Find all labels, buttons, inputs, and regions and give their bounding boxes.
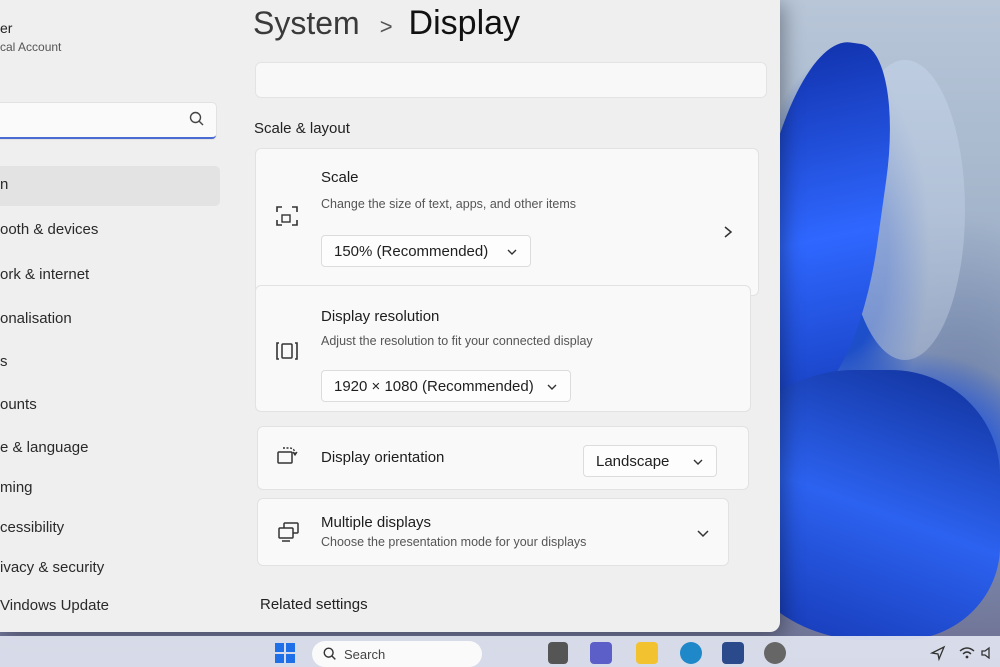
scale-icon	[276, 206, 298, 226]
display-resolution-dropdown[interactable]: 1920 × 1080 (Recommended)	[321, 370, 571, 402]
section-title-related-settings: Related settings	[260, 596, 368, 613]
volume-icon[interactable]	[980, 642, 998, 664]
settings-gear-icon[interactable]	[764, 642, 786, 664]
file-explorer-icon[interactable]	[636, 642, 658, 664]
display-resolution-dropdown-value: 1920 × 1080 (Recommended)	[334, 377, 534, 395]
search-input[interactable]	[0, 109, 174, 131]
multiple-displays-card[interactable]: Multiple displays Choose the presentatio…	[257, 498, 729, 566]
chevron-down-icon	[507, 249, 517, 255]
settings-search-box[interactable]	[0, 103, 216, 139]
display-resolution-card: Display resolution Adjust the resolution…	[255, 285, 751, 412]
page-title: Display	[408, 4, 521, 42]
orientation-icon	[277, 447, 298, 464]
sidebar-item-windows-update[interactable]: Vindows Update	[0, 597, 109, 614]
scale-dropdown[interactable]: 150% (Recommended)	[321, 235, 531, 267]
sidebar-item-label: n	[0, 176, 9, 193]
taskbar: Search	[0, 636, 1000, 667]
resolution-icon	[276, 342, 298, 360]
user-account-type: cal Account	[0, 40, 62, 54]
settings-window: er cal Account n ooth & devices ork & in…	[0, 0, 780, 632]
start-button-icon[interactable]	[274, 642, 296, 664]
display-preview-strip	[255, 62, 767, 98]
scale-dropdown-value: 150% (Recommended)	[334, 242, 489, 260]
sidebar-item-privacy-security[interactable]: ivacy & security	[0, 559, 104, 576]
wifi-icon[interactable]	[958, 642, 976, 664]
section-title-scale-layout: Scale & layout	[254, 120, 350, 137]
taskbar-search-label: Search	[344, 646, 386, 662]
store-icon[interactable]	[722, 642, 744, 664]
display-orientation-dropdown[interactable]: Landscape	[583, 445, 717, 477]
search-icon[interactable]	[188, 110, 206, 128]
multiple-displays-icon	[278, 522, 299, 542]
display-orientation-card: Display orientation Landscape	[257, 426, 749, 490]
breadcrumb: System > Display	[253, 4, 520, 43]
scale-title: Scale	[321, 169, 359, 186]
user-name: er	[0, 20, 13, 36]
main-content: System > Display Scale & layout Scale Ch…	[240, 0, 770, 632]
multiple-displays-description: Choose the presentation mode for your di…	[321, 535, 587, 549]
chevron-down-icon	[547, 384, 557, 390]
task-view-icon[interactable]	[548, 642, 568, 664]
display-orientation-dropdown-value: Landscape	[596, 452, 670, 470]
sidebar-item-bluetooth[interactable]: ooth & devices	[0, 221, 98, 238]
location-icon[interactable]	[930, 642, 946, 664]
sidebar-item-personalisation[interactable]: onalisation	[0, 310, 72, 327]
sidebar-item-apps[interactable]: s	[0, 353, 8, 370]
breadcrumb-parent[interactable]: System	[253, 5, 360, 42]
sidebar-item-network[interactable]: ork & internet	[0, 266, 89, 283]
sidebar-item-system[interactable]: n	[0, 166, 220, 206]
breadcrumb-separator-icon: >	[379, 14, 393, 39]
sidebar-item-accessibility[interactable]: cessibility	[0, 519, 64, 536]
taskbar-search[interactable]: Search	[312, 641, 482, 667]
sidebar-item-time-language[interactable]: e & language	[0, 439, 88, 456]
teams-icon[interactable]	[590, 642, 612, 664]
edge-browser-icon[interactable]	[680, 642, 702, 664]
chevron-right-icon[interactable]	[721, 225, 735, 239]
scale-description: Change the size of text, apps, and other…	[321, 197, 577, 211]
sidebar-item-gaming[interactable]: ming	[0, 479, 33, 496]
chevron-down-icon	[693, 459, 703, 465]
scale-card[interactable]: Scale Change the size of text, apps, and…	[255, 148, 759, 296]
display-resolution-description: Adjust the resolution to fit your connec…	[321, 334, 593, 348]
display-orientation-title: Display orientation	[321, 449, 445, 466]
sidebar: er cal Account n ooth & devices ork & in…	[0, 0, 230, 632]
display-resolution-title: Display resolution	[321, 308, 440, 325]
chevron-down-icon[interactable]	[696, 526, 710, 540]
sidebar-item-accounts[interactable]: ounts	[0, 396, 37, 413]
search-icon	[323, 647, 336, 660]
multiple-displays-title: Multiple displays	[321, 514, 432, 531]
